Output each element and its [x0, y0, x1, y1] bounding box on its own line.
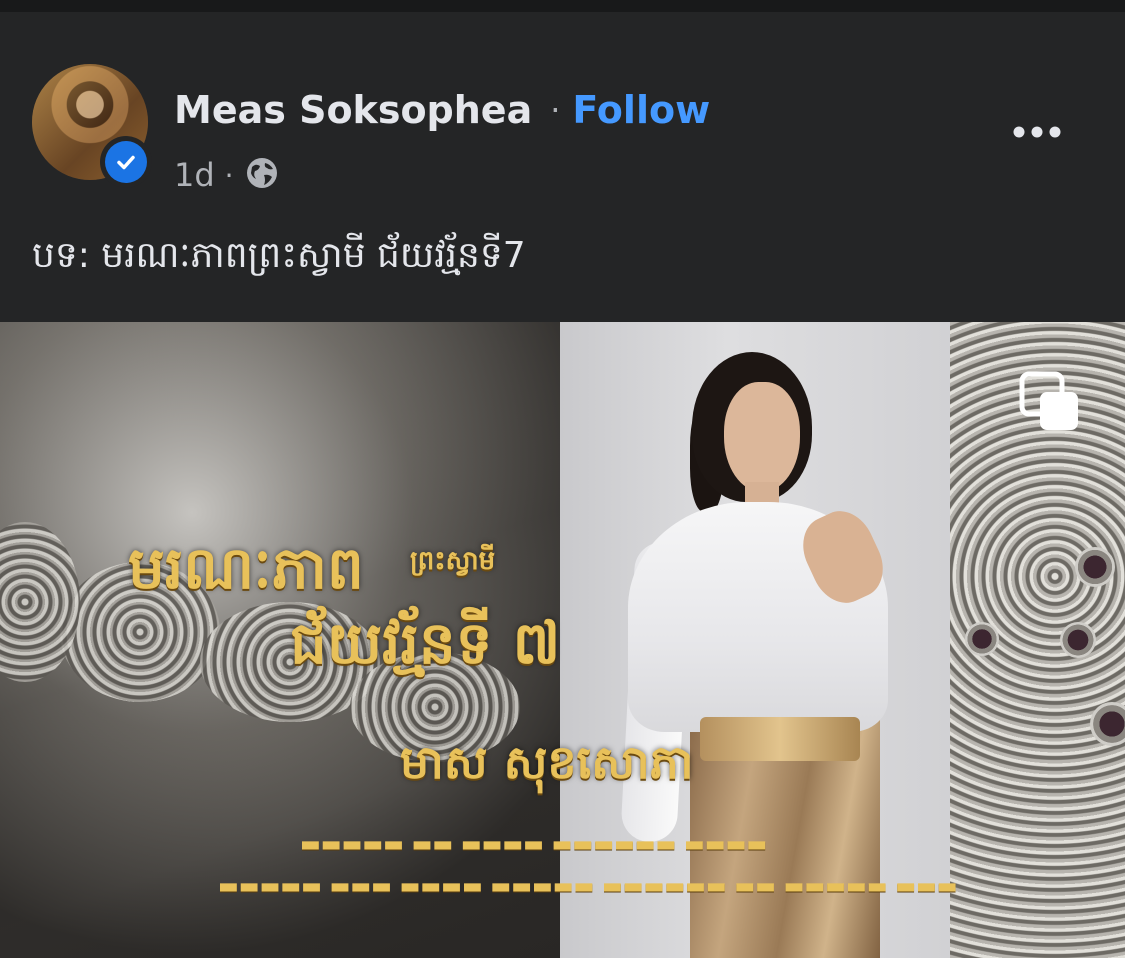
post-caption: បទ: មរណៈភាពព្រះស្វាមី ជ័យវរ្ម័នទី7 — [32, 235, 526, 276]
gem — [1075, 547, 1115, 587]
author-name[interactable]: Meas Soksophea — [174, 88, 532, 132]
globe-icon — [244, 155, 280, 195]
verified-badge-icon — [100, 136, 152, 188]
separator-dot: · — [550, 91, 561, 129]
song-title-line2: ជ័យវរ្ម័នទី ៧ — [290, 609, 561, 677]
post-header: Meas Soksophea · Follow 1d · បទ: មរណៈភាព… — [0, 12, 1125, 322]
gem — [1060, 622, 1096, 658]
top-bar — [0, 0, 1125, 12]
post-image[interactable]: មរណៈភាព ព្រះស្វាមី ជ័យវរ្ម័នទី ៧ មាស សុខ… — [0, 322, 1125, 958]
meta-separator: · — [224, 158, 234, 192]
song-title-small: ព្រះស្វាមី — [410, 546, 496, 576]
multiple-media-icon[interactable] — [1018, 370, 1082, 434]
post-time[interactable]: 1d — [174, 156, 215, 194]
song-title-line1: មរណៈភាព — [128, 534, 364, 602]
more-options-icon[interactable] — [1010, 112, 1064, 152]
gem — [965, 622, 999, 656]
singer-name: មាស សុខសោភា — [400, 735, 694, 789]
follow-button[interactable]: Follow — [572, 88, 710, 132]
credit-line: ▬▬▬▬▬ ▬▬ ▬▬▬▬ ▬▬▬▬▬▬ ▬▬▬▬ — [300, 832, 768, 857]
credit-line: ▬▬▬▬▬ ▬▬▬ ▬▬▬▬ ▬▬▬▬▬ ▬▬▬▬▬▬ ▬▬ ▬▬▬▬▬ ▬▬▬ — [218, 874, 958, 899]
